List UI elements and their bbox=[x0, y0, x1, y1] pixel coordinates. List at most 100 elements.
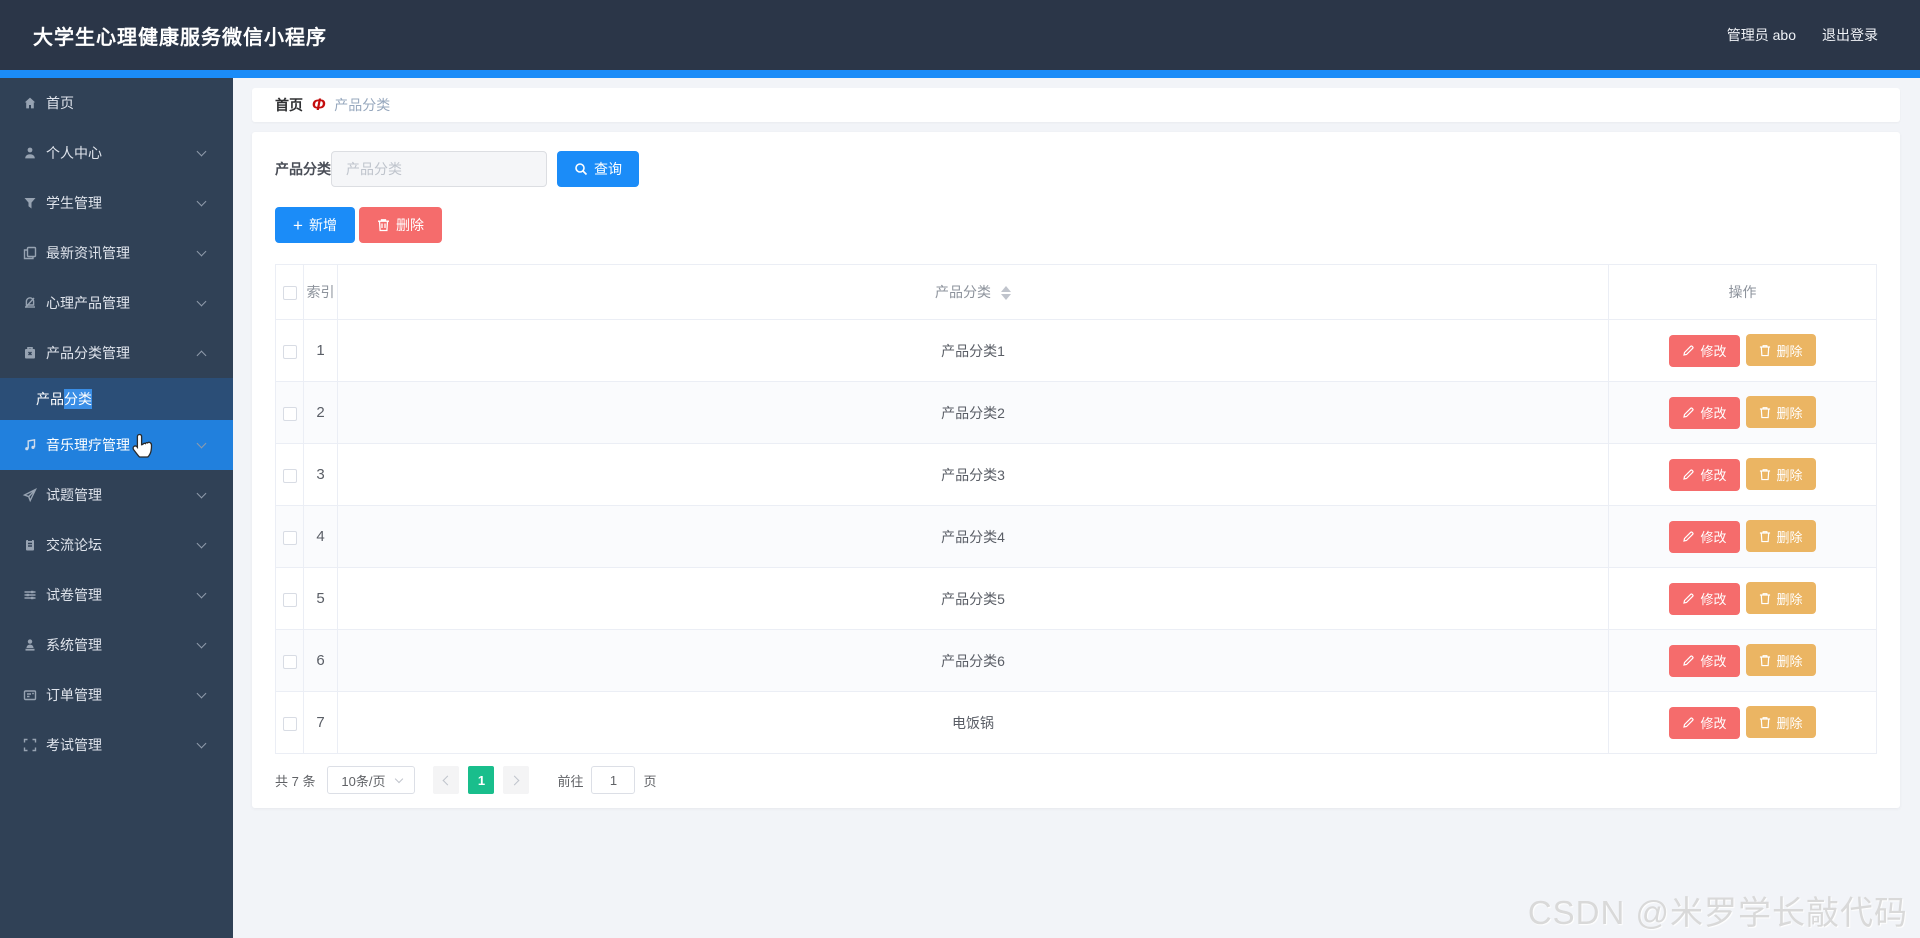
row-category: 产品分类5 bbox=[337, 567, 1609, 630]
add-button[interactable]: + 新增 bbox=[275, 207, 355, 243]
sidebar-item-label: 个人中心 bbox=[46, 145, 102, 161]
column-header-category[interactable]: 产品分类 bbox=[337, 264, 1609, 320]
delete-button[interactable]: 删除 bbox=[359, 207, 442, 243]
column-header-actions: 操作 bbox=[1608, 264, 1877, 320]
sort-caret-icon[interactable] bbox=[1000, 286, 1011, 301]
breadcrumb-current: 产品分类 bbox=[334, 97, 391, 113]
edit-button[interactable]: 修改 bbox=[1669, 520, 1740, 553]
app-title: 大学生心理健康服务微信小程序 bbox=[33, 26, 327, 49]
row-delete-button[interactable]: 删除 bbox=[1745, 644, 1816, 677]
pencil-icon bbox=[1683, 407, 1695, 418]
sidebar-item-exams[interactable]: 考试管理 bbox=[0, 720, 233, 770]
select-all-checkbox[interactable] bbox=[282, 286, 297, 301]
chevron-down-icon bbox=[196, 538, 207, 549]
table-row: 2 产品分类2 修改 删除 bbox=[275, 381, 1877, 444]
row-delete-button[interactable]: 删除 bbox=[1745, 706, 1816, 739]
row-delete-button[interactable]: 删除 bbox=[1745, 334, 1816, 367]
row-index: 5 bbox=[303, 567, 338, 630]
row-checkbox[interactable] bbox=[282, 654, 297, 669]
pencil-icon bbox=[1683, 345, 1695, 356]
chevron-down-icon bbox=[196, 246, 207, 257]
home-icon bbox=[22, 95, 38, 111]
accent-bar bbox=[0, 70, 1920, 78]
pagination-total: 共 7 条 bbox=[275, 773, 316, 789]
search-input[interactable] bbox=[331, 151, 547, 187]
sidebar-item-label: 试题管理 bbox=[46, 487, 102, 503]
row-checkbox[interactable] bbox=[282, 530, 297, 545]
row-category: 电饭锅 bbox=[337, 691, 1609, 754]
fullscreen-icon bbox=[22, 737, 38, 753]
prev-page-button[interactable] bbox=[433, 766, 460, 794]
sidebar-item-news[interactable]: 最新资讯管理 bbox=[0, 228, 233, 278]
row-actions: 修改 删除 bbox=[1608, 691, 1877, 754]
sidebar-item-system[interactable]: 系统管理 bbox=[0, 620, 233, 670]
box-icon bbox=[22, 345, 38, 361]
trash-icon bbox=[1759, 716, 1770, 728]
next-page-button[interactable] bbox=[503, 766, 530, 794]
column-header-index: 索引 bbox=[303, 264, 338, 320]
music-icon bbox=[22, 437, 38, 453]
logout-link[interactable]: 退出登录 bbox=[1822, 25, 1878, 45]
sidebar-item-home[interactable]: 首页 bbox=[0, 78, 233, 128]
edit-button[interactable]: 修改 bbox=[1669, 396, 1740, 429]
sidebar-item-students[interactable]: 学生管理 bbox=[0, 178, 233, 228]
trash-icon bbox=[1759, 468, 1770, 480]
edit-button[interactable]: 修改 bbox=[1669, 334, 1740, 367]
breadcrumb-home[interactable]: 首页 bbox=[275, 95, 303, 115]
sidebar-item-product-category[interactable]: 产品分类管理 bbox=[0, 328, 233, 378]
trash-icon bbox=[1759, 344, 1770, 356]
row-delete-button[interactable]: 删除 bbox=[1745, 520, 1816, 553]
row-category: 产品分类3 bbox=[337, 443, 1609, 506]
header-right: 管理员 abo 退出登录 bbox=[1727, 25, 1878, 45]
row-index: 6 bbox=[303, 629, 338, 692]
trash-icon bbox=[1759, 530, 1770, 542]
row-actions: 修改 删除 bbox=[1608, 567, 1877, 630]
row-checkbox[interactable] bbox=[282, 716, 297, 731]
search-row: 产品分类 查询 bbox=[275, 151, 1877, 187]
query-button[interactable]: 查询 bbox=[557, 151, 639, 187]
edit-button[interactable]: 修改 bbox=[1669, 644, 1740, 677]
sidebar-item-psych-products[interactable]: 心理产品管理 bbox=[0, 278, 233, 328]
sidebar-item-label: 音乐理疗管理 bbox=[46, 437, 130, 453]
row-delete-button[interactable]: 删除 bbox=[1745, 458, 1816, 491]
sidebar-item-label: 系统管理 bbox=[46, 637, 102, 653]
sidebar-item-label: 学生管理 bbox=[46, 195, 102, 211]
sidebar-item-music-therapy[interactable]: 音乐理疗管理 bbox=[0, 420, 233, 470]
edit-button[interactable]: 修改 bbox=[1669, 458, 1740, 491]
table-row: 5 产品分类5 修改 删除 bbox=[275, 567, 1877, 630]
goto-page-input[interactable] bbox=[591, 766, 636, 794]
sidebar-item-label: 订单管理 bbox=[46, 687, 102, 703]
table-row: 7 电饭锅 修改 删除 bbox=[275, 691, 1877, 754]
breadcrumb: 首页 Ф 产品分类 bbox=[252, 88, 1900, 122]
sidebar-item-label: 试卷管理 bbox=[46, 587, 102, 603]
sidebar-item-label: 首页 bbox=[46, 95, 74, 111]
row-delete-button[interactable]: 删除 bbox=[1745, 396, 1816, 429]
sidebar-item-questions[interactable]: 试题管理 bbox=[0, 470, 233, 520]
pencil-icon bbox=[1683, 531, 1695, 542]
page-number-button[interactable]: 1 bbox=[468, 766, 495, 794]
edit-button[interactable]: 修改 bbox=[1669, 706, 1740, 739]
row-checkbox[interactable] bbox=[282, 406, 297, 421]
sidebar-item-profile[interactable]: 个人中心 bbox=[0, 128, 233, 178]
app-header: 大学生心理健康服务微信小程序 管理员 abo 退出登录 bbox=[0, 0, 1920, 70]
bell-icon bbox=[22, 295, 38, 311]
page-size-select[interactable]: 10条/页 bbox=[327, 766, 416, 794]
row-index: 4 bbox=[303, 505, 338, 568]
row-checkbox[interactable] bbox=[282, 468, 297, 483]
row-delete-button[interactable]: 删除 bbox=[1745, 582, 1816, 615]
sidebar-item-forum[interactable]: 交流论坛 bbox=[0, 520, 233, 570]
category-table: 索引 产品分类 操作 1 产品分类1 修改 删除 2 产品分类2 修改 删除 3 产品分类3 修改删… bbox=[275, 264, 1877, 754]
row-checkbox[interactable] bbox=[282, 344, 297, 359]
sidebar-subitem-product-category[interactable]: 产品 分类 bbox=[0, 378, 233, 420]
row-checkbox[interactable] bbox=[282, 592, 297, 607]
search-icon bbox=[575, 163, 588, 176]
sidebar-item-exam-papers[interactable]: 试卷管理 bbox=[0, 570, 233, 620]
sidebar-item-orders[interactable]: 订单管理 bbox=[0, 670, 233, 720]
chevron-up-icon bbox=[196, 350, 207, 361]
table-row: 4 产品分类4 修改 删除 bbox=[275, 505, 1877, 568]
sidebar: 首页 个人中心 学生管理 最新资讯管理 心理产品管理 产品分类管理 产品 分类 … bbox=[0, 78, 233, 938]
trash-icon bbox=[1759, 654, 1770, 666]
row-index: 2 bbox=[303, 381, 338, 444]
sliders-icon bbox=[22, 587, 38, 603]
edit-button[interactable]: 修改 bbox=[1669, 582, 1740, 615]
